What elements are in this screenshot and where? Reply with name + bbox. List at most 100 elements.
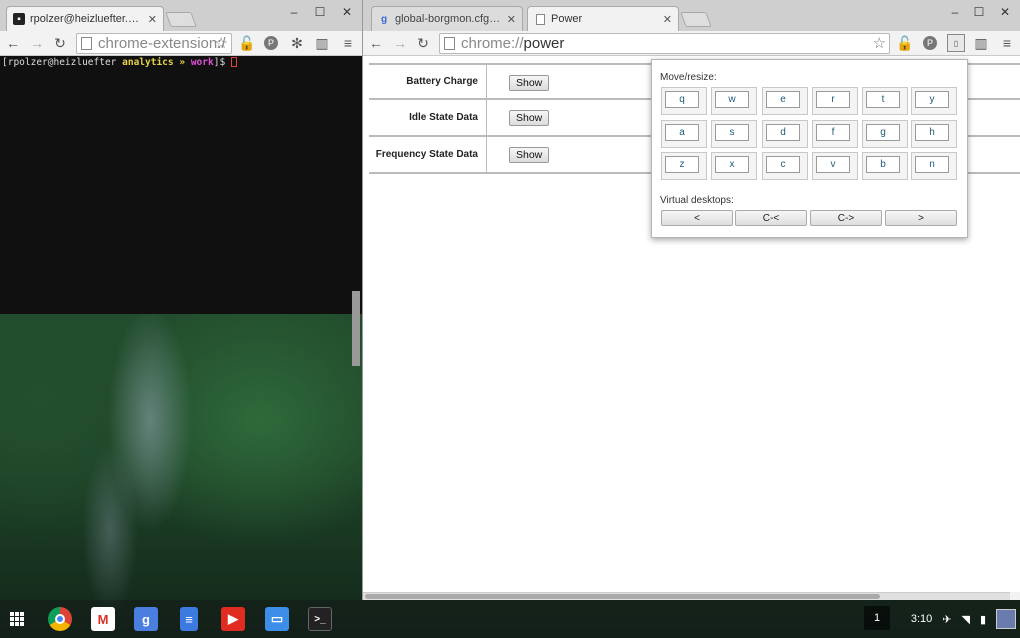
tab-strip: ▪ rpolzer@heizluefter.zrh ✕ – ☐ ✕ xyxy=(0,0,362,31)
address-scheme: chrome:// xyxy=(461,35,524,52)
virtual-desktops-label: Virtual desktops: xyxy=(660,195,734,206)
bookmark-star-icon[interactable]: ☆ xyxy=(215,34,228,52)
close-tab-icon[interactable]: ✕ xyxy=(507,13,516,26)
key-b[interactable]: b xyxy=(862,152,908,180)
chrome-icon[interactable] xyxy=(48,607,72,631)
horizontal-scrollbar[interactable] xyxy=(363,592,1010,600)
prompt-arrow: » xyxy=(179,57,186,68)
address-bar[interactable]: chrome-extension:/ ☆ xyxy=(76,33,232,54)
time-text: 3:10 xyxy=(910,613,933,625)
scrollbar-thumb[interactable] xyxy=(365,594,880,599)
tab-borgmon[interactable]: g global-borgmon.cfg - Co ✕ xyxy=(371,6,523,31)
battery-charge-show-button[interactable]: Show xyxy=(509,75,550,91)
idle-state-show-button[interactable]: Show xyxy=(509,110,550,126)
back-icon[interactable]: ← xyxy=(4,34,22,52)
toolbar: ← → ↻ chrome-extension:/ ☆ 🔓 P ✻ ▥ ≡ xyxy=(0,31,362,56)
page-icon xyxy=(444,37,455,50)
avatar xyxy=(996,609,1016,629)
maximize-icon[interactable]: ☐ xyxy=(970,5,988,19)
key-z[interactable]: z xyxy=(661,152,707,180)
desktop-move-prev-button[interactable]: C-< xyxy=(735,210,807,226)
extension-puzzle-icon[interactable]: ✻ xyxy=(288,34,306,52)
key-x[interactable]: x xyxy=(711,152,757,180)
google-search-icon[interactable]: g xyxy=(134,607,158,631)
row-label: Frequency State Data xyxy=(369,137,487,172)
terminal-cursor xyxy=(230,57,237,67)
key-n[interactable]: n xyxy=(911,152,957,180)
close-tab-icon[interactable]: ✕ xyxy=(148,13,157,26)
wifi-icon: ◥ xyxy=(961,613,970,626)
desktop-next-button[interactable]: > xyxy=(885,210,957,226)
key-y[interactable]: y xyxy=(911,87,957,115)
back-icon[interactable]: ← xyxy=(367,34,385,52)
terminal-scrollbar[interactable] xyxy=(352,291,360,366)
key-c[interactable]: c xyxy=(762,152,808,180)
frequency-state-show-button[interactable]: Show xyxy=(509,147,550,163)
reload-icon[interactable]: ↻ xyxy=(414,34,432,52)
key-d[interactable]: d xyxy=(762,120,808,148)
minimize-icon[interactable]: – xyxy=(946,5,964,19)
forward-icon[interactable]: → xyxy=(391,34,409,52)
address-text: chrome-extension:/ xyxy=(98,35,226,52)
extension-film-icon[interactable]: ▥ xyxy=(972,34,990,52)
key-h[interactable]: h xyxy=(911,120,957,148)
tab-title: global-borgmon.cfg - Co xyxy=(395,13,502,25)
key-w[interactable]: w xyxy=(711,87,757,115)
extension-film-icon[interactable]: ▥ xyxy=(313,34,331,52)
address-bar[interactable]: chrome://power ☆ xyxy=(439,33,890,54)
page-icon xyxy=(81,37,92,50)
close-window-icon[interactable]: ✕ xyxy=(996,5,1014,19)
google-favicon-icon: g xyxy=(380,13,388,25)
terminal-favicon-icon: ▪ xyxy=(13,13,25,25)
key-s[interactable]: s xyxy=(711,120,757,148)
desktop-prev-button[interactable]: < xyxy=(661,210,733,226)
extension-lock-icon[interactable]: 🔓 xyxy=(896,34,914,52)
close-tab-icon[interactable]: ✕ xyxy=(663,13,672,26)
status-area[interactable]: 3:10 ✈ ◥ ▮ xyxy=(911,606,1020,632)
key-q[interactable]: q xyxy=(661,87,707,115)
tab-power[interactable]: Power ✕ xyxy=(527,6,679,31)
maximize-icon[interactable]: ☐ xyxy=(311,5,329,19)
forward-icon[interactable]: → xyxy=(28,34,46,52)
tab-terminal[interactable]: ▪ rpolzer@heizluefter.zrh ✕ xyxy=(6,6,164,31)
key-f[interactable]: f xyxy=(812,120,858,148)
window-manager-popup: Move/resize: q w e r t y a s d f g h z x… xyxy=(651,59,968,238)
prompt-dir: analytics xyxy=(122,57,174,68)
bookmark-star-icon[interactable]: ☆ xyxy=(873,34,886,52)
extension-window-manager-icon[interactable]: ▯ xyxy=(947,34,965,52)
desktop-move-next-button[interactable]: C-> xyxy=(810,210,882,226)
prompt-suffix: ]$ xyxy=(213,57,226,68)
workspace-indicator[interactable]: 1 xyxy=(864,606,890,630)
gmail-icon[interactable]: M xyxy=(91,607,115,631)
minimize-icon[interactable]: – xyxy=(285,5,303,19)
extension-lock-icon[interactable]: 🔓 xyxy=(238,34,256,52)
tab-title: Power xyxy=(551,13,583,25)
key-g[interactable]: g xyxy=(862,120,908,148)
new-tab-button[interactable] xyxy=(165,12,197,27)
docs-icon[interactable]: ≡ xyxy=(180,607,198,631)
row-label: Battery Charge xyxy=(369,65,487,98)
key-e[interactable]: e xyxy=(762,87,808,115)
extension-p-icon[interactable]: P xyxy=(921,34,939,52)
youtube-icon[interactable]: ▶ xyxy=(221,607,245,631)
page-favicon-icon xyxy=(534,13,546,25)
mute-icon: ✈ xyxy=(942,613,952,626)
new-tab-button[interactable] xyxy=(680,12,712,27)
toolbar: ← → ↻ chrome://power ☆ 🔓 P ▯ ▥ ≡ xyxy=(363,31,1020,56)
key-t[interactable]: t xyxy=(862,87,908,115)
key-a[interactable]: a xyxy=(661,120,707,148)
menu-icon[interactable]: ≡ xyxy=(339,34,357,52)
close-window-icon[interactable]: ✕ xyxy=(338,5,356,19)
key-r[interactable]: r xyxy=(812,87,858,115)
key-v[interactable]: v xyxy=(812,152,858,180)
terminal-prompt-line: [rpolzer@heizluefter analytics » work]$ xyxy=(2,57,360,68)
reload-icon[interactable]: ↻ xyxy=(51,34,69,52)
menu-icon[interactable]: ≡ xyxy=(998,34,1016,52)
terminal-output[interactable]: [rpolzer@heizluefter analytics » work]$ xyxy=(0,56,362,366)
app-launcher-icon[interactable] xyxy=(10,612,24,626)
move-resize-label: Move/resize: xyxy=(660,72,717,83)
terminal-app-icon[interactable]: >_ xyxy=(308,607,332,631)
extension-p-icon[interactable]: P xyxy=(262,34,280,52)
files-icon[interactable]: ▭ xyxy=(265,607,289,631)
address-host: power xyxy=(523,35,565,52)
